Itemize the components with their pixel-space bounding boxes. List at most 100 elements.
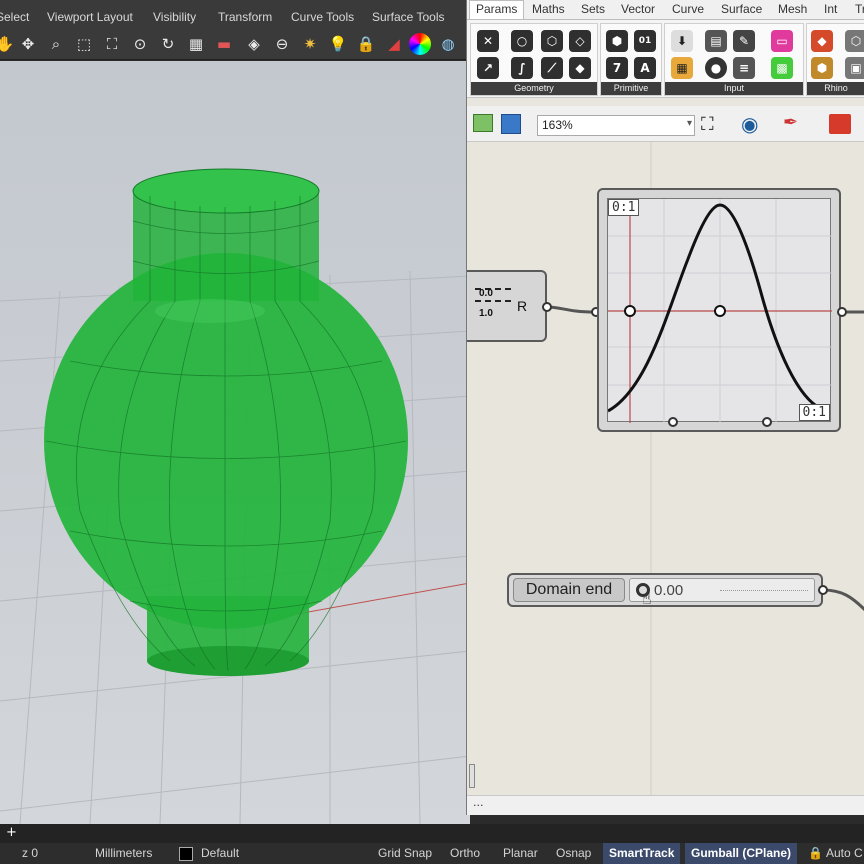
hexagon-param-icon[interactable]: ⬢ [606,30,628,52]
grasshopper-canvas[interactable]: 0.0 1.0 R 0:1 0:1 Domain end 0.00 ☝ [467,142,864,795]
domain-end-slider[interactable]: Domain end 0.00 ☝ [507,573,823,608]
box-param-icon[interactable]: ⬡ [541,30,563,52]
plus-icon[interactable]: + [6,825,17,840]
domain-bottom-label[interactable]: 0:1 [798,404,830,421]
layer-label[interactable]: Default [201,846,239,860]
zoom-extents-icon[interactable]: ⛶ [701,114,714,135]
toggle-icon[interactable]: ● [705,57,727,79]
osnap-toggle[interactable]: Osnap [556,846,591,860]
group-label-geometry[interactable]: Geometry [471,82,597,95]
mesh-param-icon[interactable]: ◆ [569,57,591,79]
range-param-node[interactable]: 0.0 1.0 R [467,270,547,342]
zoom-dropdown[interactable]: 163% ▾ [537,115,695,136]
rhino-tab-surface-tools[interactable]: Surface Tools [372,10,445,24]
grid-snap-toggle[interactable]: Grid Snap [378,846,432,860]
rhino-geometry-icon[interactable]: ⬡ [845,30,864,52]
r-output-port[interactable] [542,302,552,312]
globe-icon[interactable]: ◍ [437,33,459,55]
zoom-icon[interactable]: ⌕ [45,33,67,55]
graph-mapper-node[interactable]: 0:1 0:1 [597,188,841,432]
rhino-object-icon[interactable]: ◆ [811,30,833,52]
pan-icon[interactable]: ✥ [17,33,39,55]
color-wheel-icon[interactable] [409,33,431,55]
tab-maths[interactable]: Maths [532,2,565,16]
four-viewports-icon[interactable]: ▦ [185,33,207,55]
integer-param-icon[interactable]: 7 [606,57,628,79]
matrix-icon[interactable]: ▩ [771,57,793,79]
rhino-layer-icon[interactable]: ⬢ [811,57,833,79]
gradient-icon[interactable]: ▦ [671,57,693,79]
lock-icon-status[interactable]: 🔒 [808,846,823,860]
text-param-icon[interactable]: A [634,57,656,79]
import-icon[interactable]: ⬇ [671,30,693,52]
curve-tool-icon[interactable]: ✎ [733,30,755,52]
zoom-extents-icon[interactable]: ⛶ [101,33,123,55]
slider-ticks [720,590,808,591]
value-list-icon[interactable]: ≡ [733,57,755,79]
graph-mapper-plot[interactable]: 0:1 0:1 [607,198,832,423]
group-label-primitive[interactable]: Primitive [601,82,661,95]
smarttrack-toggle[interactable]: SmartTrack [603,843,681,864]
eye-preview-icon[interactable]: ◉ [741,112,758,136]
paint-icon[interactable]: ◢ [383,33,405,55]
circle-param-icon[interactable]: ○ [511,30,533,52]
save-file-icon[interactable] [501,114,521,134]
tab-curve[interactable]: Curve [672,2,704,16]
car-icon[interactable]: ▬ [213,33,235,55]
zoom-window-icon[interactable]: ⬚ [73,33,95,55]
tab-vector[interactable]: Vector [621,2,655,16]
units-label[interactable]: Millimeters [95,846,152,860]
colour-swatch-icon[interactable]: ▭ [771,30,793,52]
mapper-handle-right[interactable] [762,417,772,427]
auto-cplane-toggle[interactable]: Auto C [826,846,863,860]
lock-icon[interactable]: 🔒 [355,33,377,55]
cursor-hand-icon: ☝ [642,589,652,608]
rotate-view-icon[interactable]: ↻ [157,33,179,55]
geometry-param-icon[interactable]: ✕ [477,30,499,52]
rhino-tab-visibility[interactable]: Visibility [153,10,196,24]
group-primitive: ⬢ 01 7 A Primitive [600,23,662,96]
rhino-tab-select[interactable]: Select [0,10,29,24]
tab-params[interactable]: Params [469,0,525,19]
panel-icon[interactable]: ▤ [705,30,727,52]
sparkle-icon[interactable]: ✷ [299,33,321,55]
ortho-toggle[interactable]: Ortho [450,846,480,860]
grasshopper-toolbar: 163% ▾ ⛶ ◉ ✒ [467,106,864,142]
brep-param-icon[interactable]: ◇ [569,30,591,52]
tab-surface[interactable]: Surface [721,2,762,16]
boolean-param-icon[interactable]: 01 [634,30,656,52]
tab-int[interactable]: Int [824,2,837,16]
rhino-toolbar: ✋ ✥ ⌕ ⬚ ⛶ ⊙ ↻ ▦ ▬ ◈ ⊖ ✷ 💡 🔒 ◢ ◍ [0,30,470,60]
group-label-rhino[interactable]: Rhino [807,82,864,95]
slider-track[interactable]: 0.00 ☝ [629,578,815,608]
open-file-icon[interactable] [473,114,493,132]
rhino-tab-viewport-layout[interactable]: Viewport Layout [47,10,133,24]
bake-icon[interactable] [827,112,853,136]
bulb-icon[interactable]: 💡 [327,33,349,55]
point-param-icon[interactable]: ↗ [477,57,499,79]
mapper-handle-left[interactable] [668,417,678,427]
command-line[interactable]: + [0,824,864,843]
curve-param-icon[interactable]: ∫ [511,57,533,79]
rhino-tab-transform[interactable]: Transform [218,10,272,24]
scroll-handle[interactable] [469,764,475,788]
rhino-perspective-viewport[interactable] [0,61,470,824]
domain-top-label[interactable]: 0:1 [608,199,640,216]
line-param-icon[interactable]: ⟋ [541,57,563,79]
gumball-toggle[interactable]: Gumball (CPlane) [685,843,798,864]
hand-icon[interactable]: ✋ [0,33,16,55]
rhino-material-icon[interactable]: ▣ [845,57,864,79]
cplane-icon[interactable]: ⊖ [271,33,293,55]
slider-output-port[interactable] [818,585,828,595]
vase-object[interactable] [44,168,408,676]
tab-sets[interactable]: Sets [581,2,605,16]
group-label-input[interactable]: Input [665,82,803,95]
viewport-properties-icon[interactable]: ◈ [243,33,265,55]
tab-transform[interactable]: Tr [855,2,864,16]
tab-mesh[interactable]: Mesh [778,2,807,16]
mapper-output-port[interactable] [837,307,847,317]
planar-toggle[interactable]: Planar [503,846,538,860]
zoom-selected-icon[interactable]: ⊙ [129,33,151,55]
rhino-tab-curve-tools[interactable]: Curve Tools [291,10,354,24]
brush-icon[interactable]: ✒ [783,112,798,133]
